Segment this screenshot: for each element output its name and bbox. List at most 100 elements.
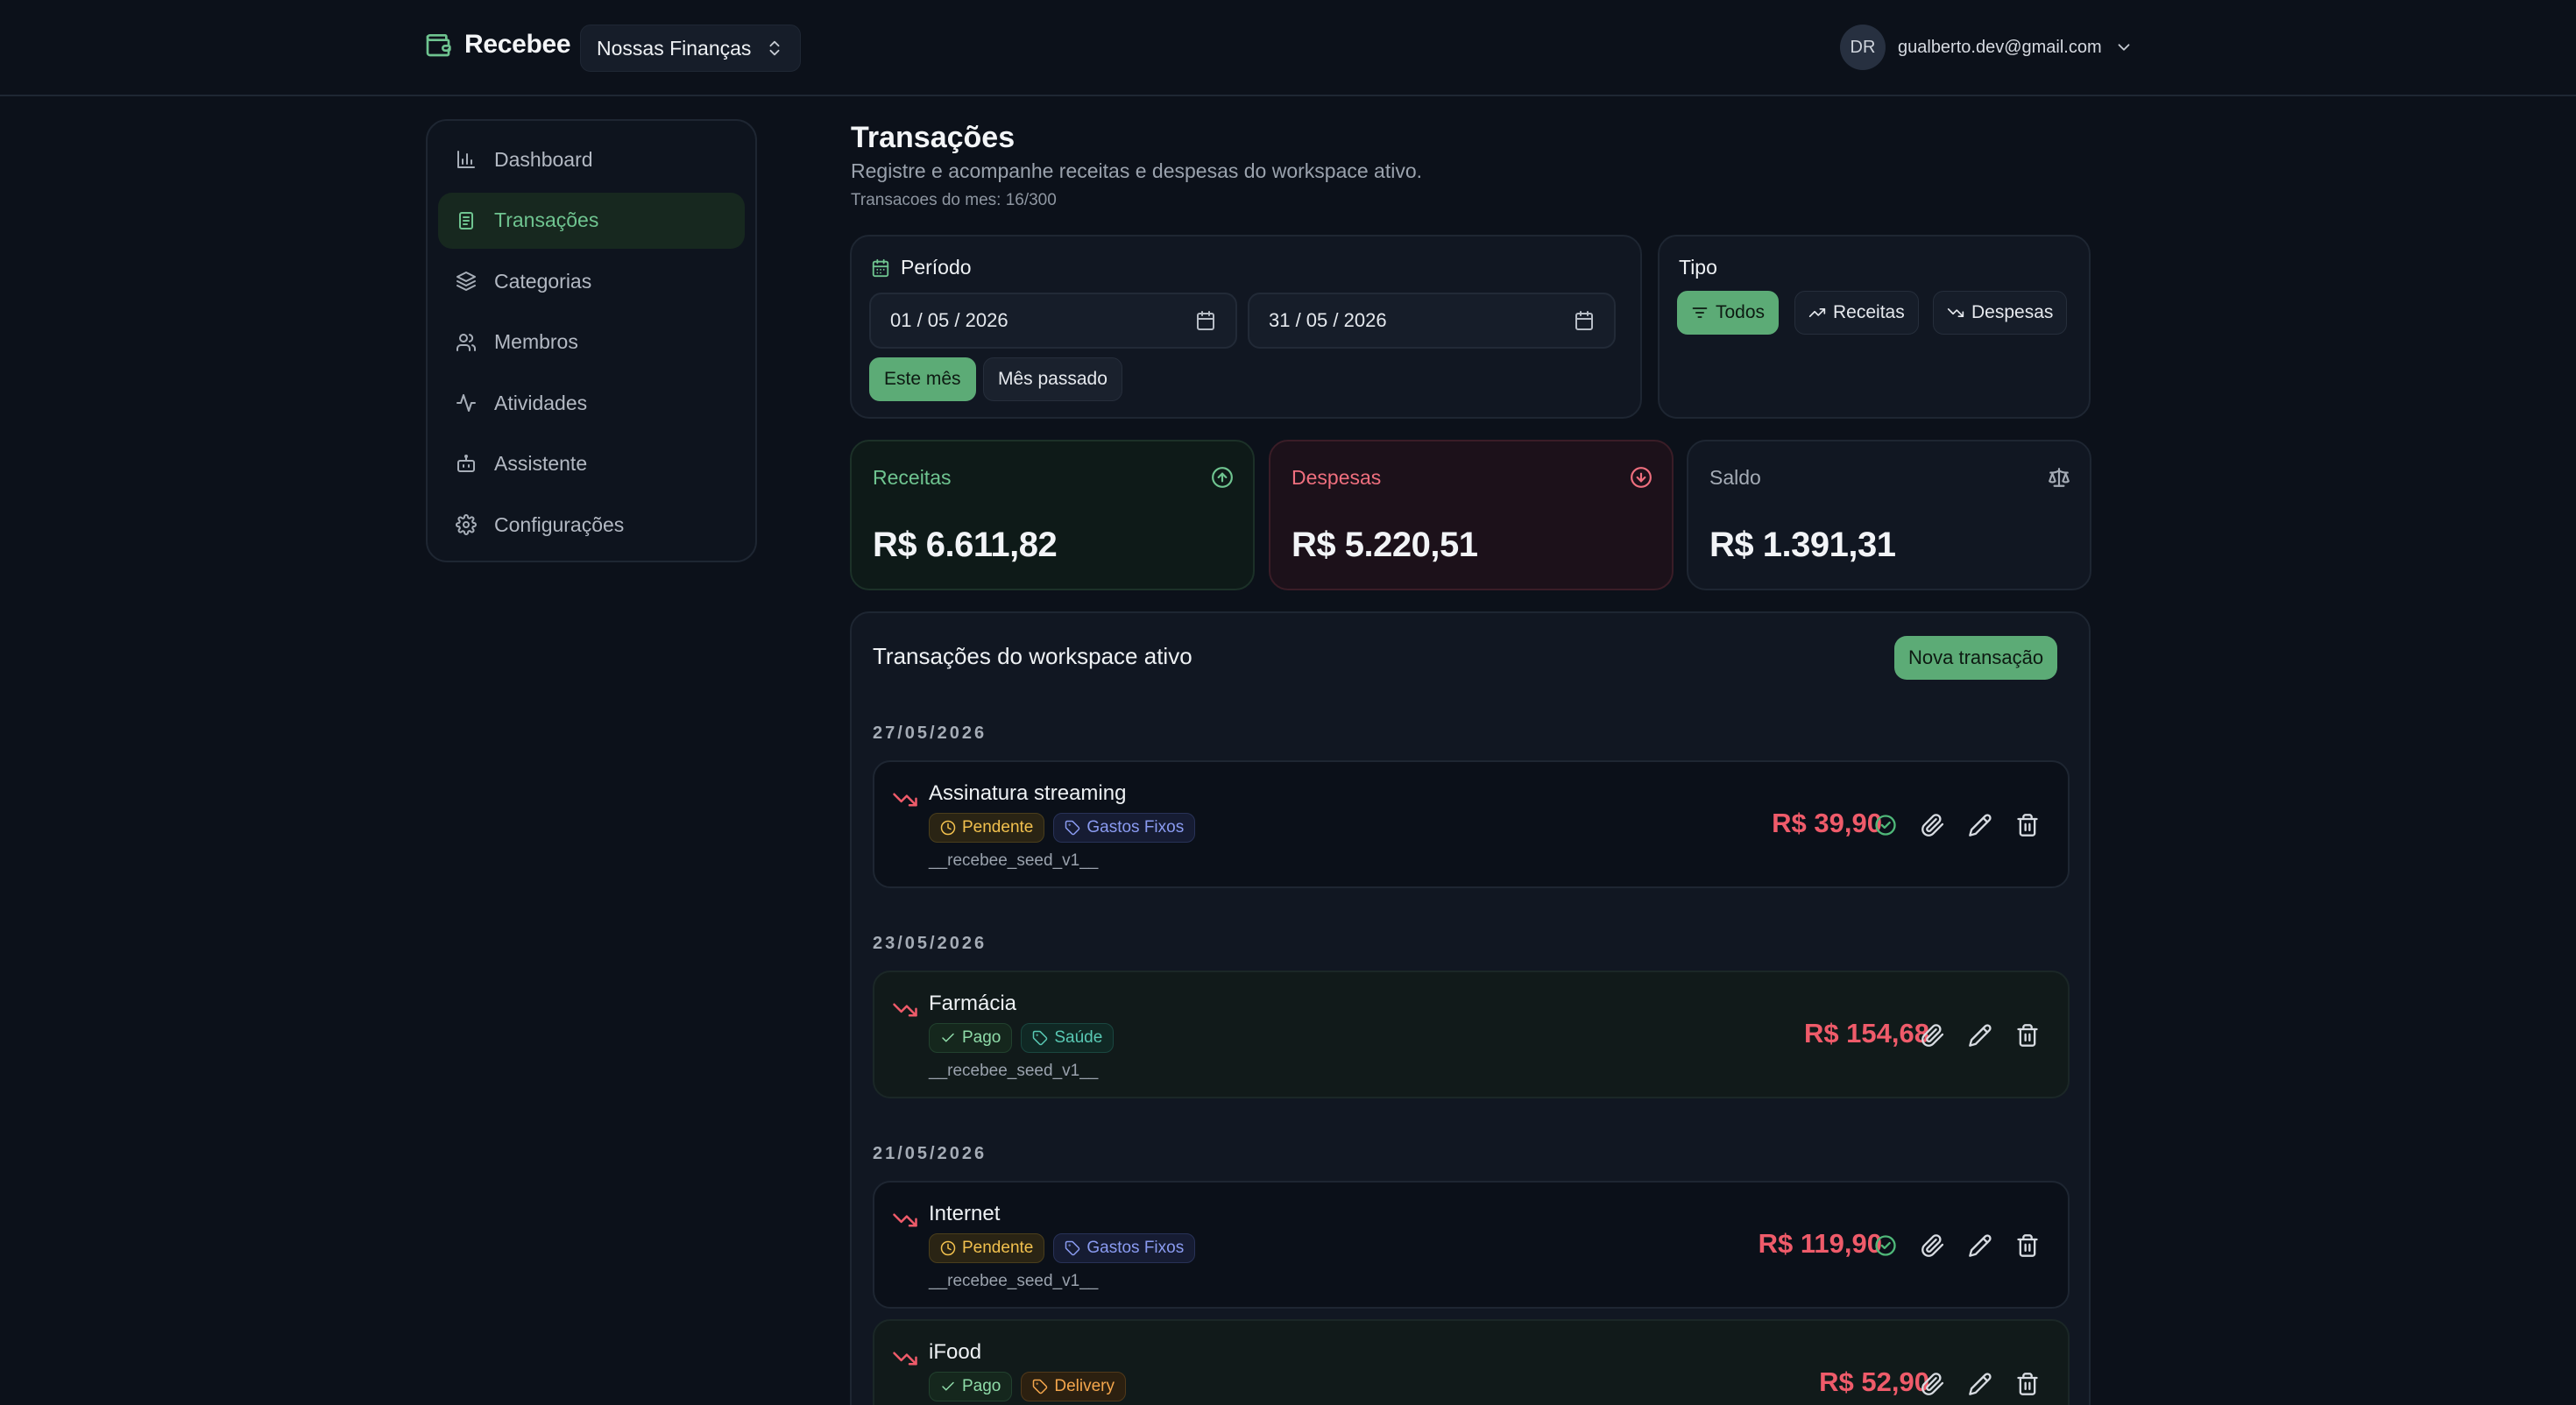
- sidebar-item-dashboard[interactable]: Dashboard: [438, 131, 745, 187]
- users-icon: [456, 332, 477, 353]
- transaction-amount: R$ 39,90: [1772, 808, 1882, 838]
- expense-summary-card: Despesas R$ 5.220,51: [1269, 440, 1674, 590]
- date-group-header: 27/05/2026: [873, 724, 987, 743]
- filter-icon: [1691, 304, 1709, 321]
- paperclip-icon[interactable]: [1921, 1233, 1945, 1258]
- tag-icon: [1032, 1379, 1048, 1394]
- transaction-count: Transacoes do mes: 16/300: [851, 191, 1057, 209]
- tag-icon: [1032, 1030, 1048, 1046]
- sidebar-item-assistente[interactable]: Assistente: [438, 436, 745, 492]
- sidebar-item-label: Assistente: [494, 452, 588, 475]
- trending-down-icon: [892, 1345, 918, 1372]
- calendar-icon[interactable]: [1574, 310, 1595, 331]
- status-badge: Pago: [929, 1372, 1013, 1401]
- layers-icon: [456, 271, 477, 292]
- clock-icon: [940, 1240, 956, 1256]
- trash-icon[interactable]: [2015, 1023, 2040, 1048]
- type-all-label: Todos: [1716, 302, 1766, 322]
- transaction-note: __recebee_seed_v1__: [929, 1062, 1099, 1080]
- type-income-button[interactable]: Receitas: [1794, 291, 1919, 335]
- expense-value: R$ 5.220,51: [1292, 526, 1478, 564]
- status-label: Pendente: [962, 818, 1034, 837]
- receipt-icon: [456, 210, 477, 231]
- sidebar-item-transacoes[interactable]: Transações: [438, 192, 745, 249]
- clock-icon: [940, 820, 956, 836]
- chevron-down-icon: [2114, 38, 2134, 57]
- sidebar-item-label: Configurações: [494, 512, 625, 536]
- user-email: gualberto.dev@gmail.com: [1898, 37, 2102, 57]
- trending-down-icon: [1947, 304, 1964, 321]
- start-date-input[interactable]: 01 / 05 / 2026: [869, 293, 1237, 349]
- transaction-amount: R$ 119,90: [1758, 1228, 1882, 1259]
- sidebar-item-label: Transações: [494, 208, 599, 231]
- income-summary-card: Receitas R$ 6.611,82: [850, 440, 1255, 590]
- pencil-icon[interactable]: [1968, 1023, 1992, 1048]
- top-bar: Recebee Nossas Finanças DR gualberto.dev…: [0, 0, 2576, 96]
- transaction-badges: Pago Delivery: [929, 1372, 1126, 1401]
- type-all-button[interactable]: Todos: [1677, 291, 1780, 335]
- category-label: Gastos Fixos: [1086, 818, 1185, 837]
- pencil-icon[interactable]: [1968, 1233, 1992, 1258]
- transaction-name: Assinatura streaming: [929, 781, 1127, 805]
- trending-down-icon: [892, 997, 918, 1023]
- sidebar-item-membros[interactable]: Membros: [438, 314, 745, 371]
- last-month-button[interactable]: Mês passado: [983, 357, 1122, 401]
- balance-summary-card: Saldo R$ 1.391,31: [1687, 440, 2091, 590]
- paperclip-icon[interactable]: [1921, 1372, 1945, 1396]
- page-subtitle: Registre e acompanhe receitas e despesas…: [851, 159, 1423, 182]
- this-month-button[interactable]: Este mês: [869, 357, 976, 401]
- calendar-icon[interactable]: [1195, 310, 1216, 331]
- end-date-input[interactable]: 31 / 05 / 2026: [1248, 293, 1616, 349]
- trending-down-icon: [892, 787, 918, 813]
- mark-paid-icon[interactable]: [1873, 813, 1898, 837]
- user-menu[interactable]: DR gualberto.dev@gmail.com: [1840, 25, 2134, 70]
- new-transaction-button[interactable]: Nova transação: [1894, 636, 2058, 680]
- transaction-row[interactable]: Farmácia Pago Saúde __recebee_seed_v1__ …: [873, 971, 2070, 1098]
- income-value: R$ 6.611,82: [873, 526, 1058, 564]
- brand[interactable]: Recebee: [424, 30, 571, 60]
- pencil-icon[interactable]: [1968, 813, 1992, 837]
- sidebar-item-atividades[interactable]: Atividades: [438, 375, 745, 431]
- page-title: Transações: [851, 121, 1016, 154]
- tag-icon: [1065, 1240, 1080, 1256]
- sidebar-item-label: Categorias: [494, 269, 592, 293]
- period-label: Período: [901, 256, 972, 279]
- bot-icon: [456, 454, 477, 475]
- date-group-header: 23/05/2026: [873, 934, 987, 953]
- category-badge: Gastos Fixos: [1053, 1233, 1196, 1263]
- calendar-icon: [871, 258, 890, 278]
- transaction-name: Internet: [929, 1202, 1001, 1225]
- type-filter-card: Tipo Todos Receitas Despesas: [1658, 235, 2091, 419]
- sidebar-item-label: Dashboard: [494, 147, 593, 171]
- check-icon: [940, 1379, 956, 1394]
- transaction-row[interactable]: Internet Pendente Gastos Fixos __recebee…: [873, 1181, 2070, 1309]
- trash-icon[interactable]: [2015, 1233, 2040, 1258]
- transactions-list-card: Transações do workspace ativo Nova trans…: [850, 611, 2091, 1405]
- transaction-amount: R$ 52,90: [1819, 1366, 1929, 1397]
- status-label: Pago: [962, 1028, 1001, 1047]
- sidebar-item-categorias[interactable]: Categorias: [438, 253, 745, 309]
- trash-icon[interactable]: [2015, 1372, 2040, 1396]
- status-badge: Pago: [929, 1023, 1013, 1053]
- transaction-note: __recebee_seed_v1__: [929, 851, 1099, 870]
- type-income-label: Receitas: [1833, 302, 1905, 322]
- end-date-value: 31 / 05 / 2026: [1269, 309, 1387, 331]
- sidebar-item-configuracoes[interactable]: Configurações: [438, 497, 745, 553]
- gear-icon: [456, 514, 477, 535]
- workspace-switcher[interactable]: Nossas Finanças: [580, 25, 801, 72]
- activity-icon: [456, 392, 477, 413]
- date-group-header: 21/05/2026: [873, 1144, 987, 1163]
- transaction-row[interactable]: iFood Pago Delivery R$ 52,90: [873, 1319, 2070, 1405]
- bar-chart-icon: [456, 149, 477, 170]
- paperclip-icon[interactable]: [1921, 813, 1945, 837]
- paperclip-icon[interactable]: [1921, 1023, 1945, 1048]
- type-expense-button[interactable]: Despesas: [1933, 291, 2068, 335]
- pencil-icon[interactable]: [1968, 1372, 1992, 1396]
- status-badge: Pendente: [929, 1233, 1045, 1263]
- trash-icon[interactable]: [2015, 813, 2040, 837]
- mark-paid-icon[interactable]: [1873, 1233, 1898, 1258]
- sidebar-item-label: Atividades: [494, 391, 588, 414]
- transaction-row[interactable]: Assinatura streaming Pendente Gastos Fix…: [873, 760, 2070, 888]
- transaction-name: iFood: [929, 1340, 982, 1364]
- transaction-badges: Pago Saúde: [929, 1023, 1115, 1053]
